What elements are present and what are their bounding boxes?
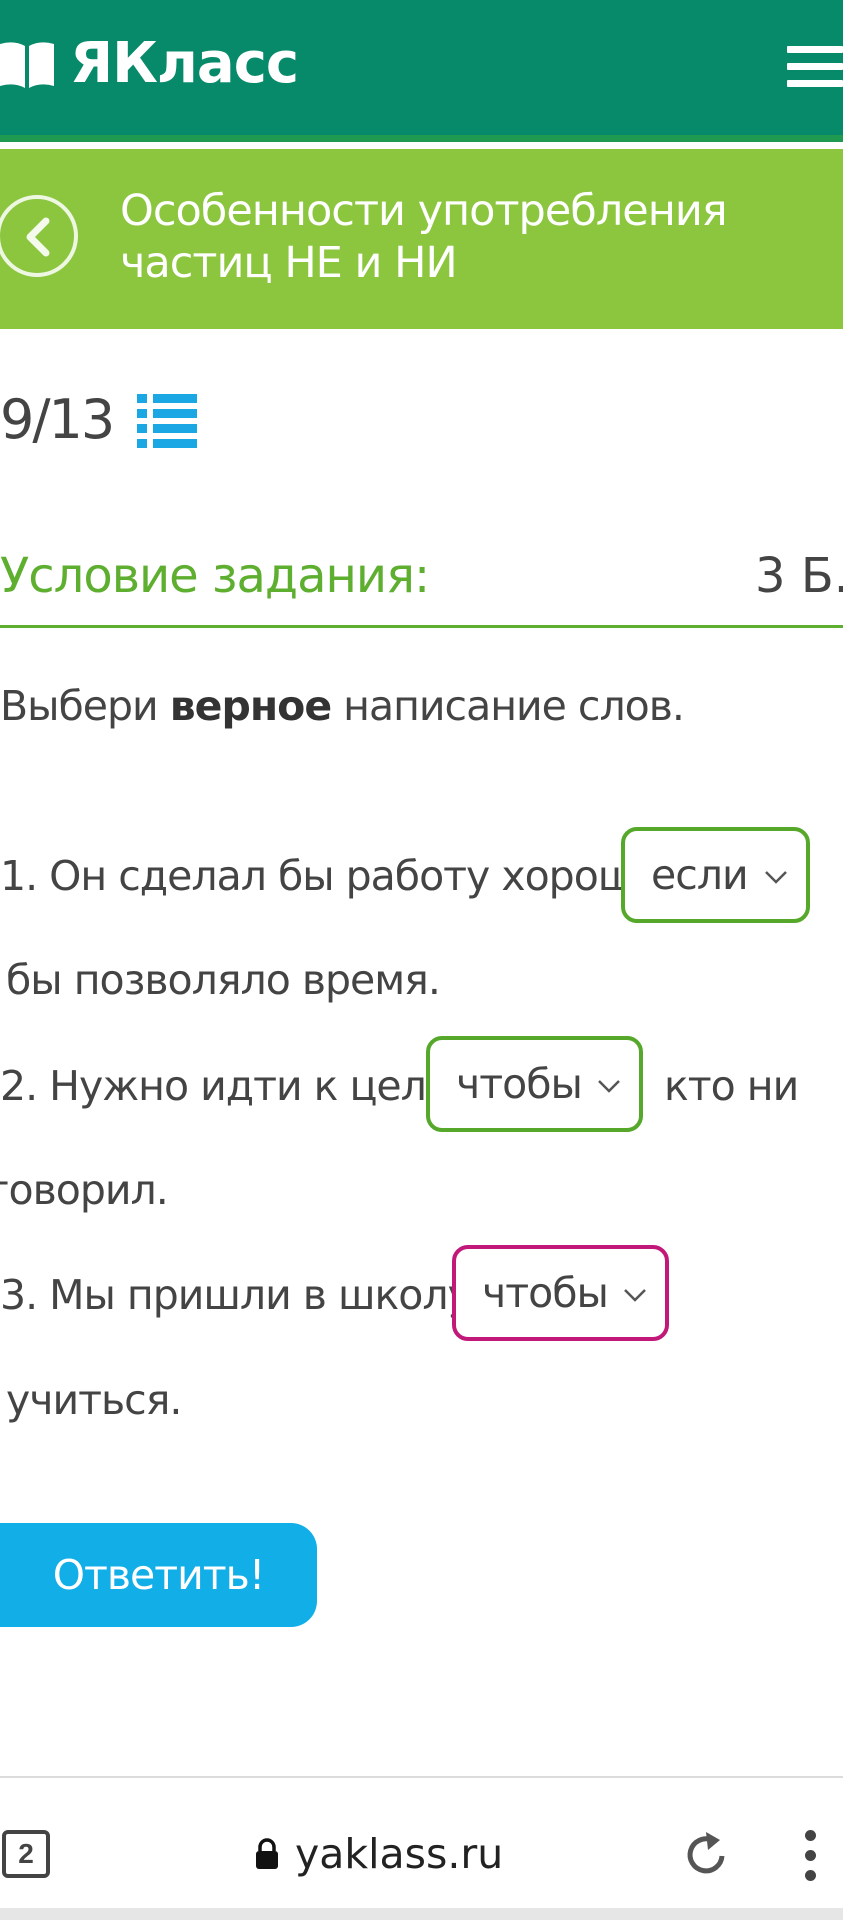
lock-icon — [256, 1838, 278, 1869]
task-item-1-continuation: бы позволяло время. — [6, 956, 441, 1004]
task-item-3-select[interactable]: чтобы — [452, 1245, 669, 1341]
task-item-2-text: 2. Нужно идти к цели, — [0, 1062, 464, 1110]
chevron-down-icon — [624, 1289, 646, 1302]
url-text: yaklass.ru — [295, 1830, 504, 1878]
reload-icon[interactable] — [682, 1828, 730, 1880]
answer-button[interactable]: Ответить! — [0, 1523, 317, 1627]
task-item-1-select[interactable]: если — [621, 827, 810, 923]
task-item-3-continuation: учиться. — [6, 1376, 182, 1424]
site-header: ЯКласс — [0, 0, 843, 142]
topic-title: Особенности употребления частиц НЕ и НИ — [120, 186, 728, 288]
system-bar — [0, 1908, 843, 1920]
book-icon — [0, 42, 54, 88]
select-value: если — [651, 851, 749, 899]
chevron-down-icon — [598, 1080, 620, 1093]
progress-counter: 9/13 — [0, 388, 115, 451]
list-icon[interactable] — [137, 392, 198, 448]
task-item-1-text: 1. Он сделал бы работу хорошо, — [0, 852, 671, 900]
logo[interactable]: ЯКласс — [0, 31, 299, 96]
instruction-text: написание слов. — [331, 682, 685, 730]
select-value: чтобы — [456, 1060, 583, 1108]
more-vertical-icon[interactable] — [805, 1830, 817, 1890]
condition-title: Условие задания: — [0, 548, 430, 604]
hamburger-icon[interactable] — [787, 46, 843, 88]
instruction-emphasis: верное — [169, 682, 332, 730]
address-bar[interactable]: yaklass.ru — [255, 1830, 503, 1878]
task-progress: 9/13 — [0, 388, 198, 451]
topic-bar: Особенности употребления частиц НЕ и НИ — [0, 149, 843, 329]
task-item-3-text: 3. Мы пришли в школу, — [0, 1271, 484, 1319]
task-item-2-select[interactable]: чтобы — [426, 1036, 643, 1132]
task-item-2-continuation: кто ни — [664, 1062, 799, 1110]
back-button[interactable] — [0, 195, 78, 277]
instruction-text: Выбери — [0, 682, 170, 730]
chevron-down-icon — [765, 871, 787, 884]
logo-text: ЯКласс — [70, 31, 299, 96]
condition-points: 3 Б. — [755, 548, 843, 604]
task-instruction: Выбери верное написание слов. — [0, 682, 685, 730]
divider — [0, 625, 843, 628]
task-item-2-continuation-line2: говорил. — [0, 1166, 169, 1214]
chevron-left-circle-icon — [26, 217, 50, 257]
select-value: чтобы — [482, 1269, 609, 1317]
tab-switcher-button[interactable]: 2 — [2, 1830, 50, 1878]
browser-toolbar: 2 yaklass.ru — [0, 1776, 843, 1920]
